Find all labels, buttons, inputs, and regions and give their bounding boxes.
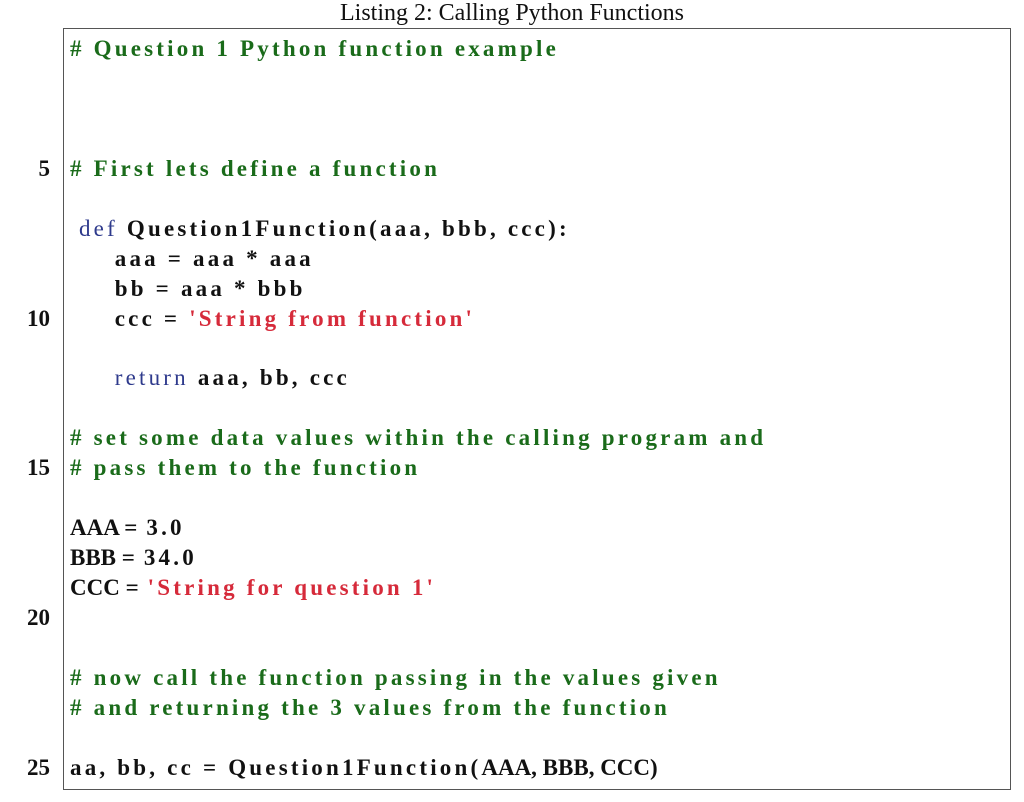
code-token-comment: # and returning the 3 values from the fu… xyxy=(70,694,670,720)
code-line: 5 # First lets define a function xyxy=(0,154,1024,184)
code-token-comment: # now call the function passing in the v… xyxy=(70,664,721,690)
code-line: # set some data values within the callin… xyxy=(0,423,1024,453)
code-text: # Question 1 Python function example xyxy=(70,34,559,64)
code-text: AAA = 3.0 xyxy=(70,513,185,543)
code-token-plain: Question1Function(aaa, bbb, ccc): xyxy=(117,215,570,241)
code-text: # pass them to the function xyxy=(70,453,420,483)
code-token-caps: CCC = xyxy=(70,575,139,601)
code-line: def Question1Function(aaa, bbb, ccc): xyxy=(0,214,1024,244)
code-text: # set some data values within the callin… xyxy=(70,423,766,453)
code-line: return aaa, bb, ccc xyxy=(0,363,1024,393)
line-number: 25 xyxy=(27,754,50,780)
line-number: 15 xyxy=(27,455,50,481)
code-line: aaa = aaa * aaa xyxy=(0,244,1024,274)
code-text: aa, bb, cc = Question1Function(AAA, BBB,… xyxy=(70,753,658,783)
code-text: # First lets define a function xyxy=(70,154,440,184)
listing-caption: Listing 2: Calling Python Functions xyxy=(339,0,685,26)
code-line: CCC = 'String for question 1' xyxy=(0,573,1024,603)
code-line: # now call the function passing in the v… xyxy=(0,663,1024,693)
code-text: ccc = 'String from function' xyxy=(70,304,475,334)
line-number: 5 xyxy=(38,155,51,181)
code-line: BBB = 34.0 xyxy=(0,543,1024,573)
code-token-plain: 34.0 xyxy=(134,545,197,571)
code-token-caps: BBB = xyxy=(70,545,135,571)
code-text: CCC = 'String for question 1' xyxy=(70,573,436,603)
code-token-keyword: return xyxy=(114,365,189,391)
code-line: # and returning the 3 values from the fu… xyxy=(0,693,1024,723)
code-text: return aaa, bb, ccc xyxy=(70,363,350,393)
code-token-plain: ccc = xyxy=(70,305,190,331)
code-token-caps: AAA, BBB, CCC) xyxy=(481,754,658,780)
code-token-string: 'String from function' xyxy=(189,305,476,331)
code-token-string: 'String for question 1' xyxy=(138,575,437,601)
code-line: 25 aa, bb, cc = Question1Function(AAA, BB… xyxy=(0,753,1024,783)
code-line: AAA = 3.0 xyxy=(0,513,1024,543)
line-number: 20 xyxy=(27,605,50,631)
code-text: bb = aaa * bbb xyxy=(70,274,306,304)
code-text: # now call the function passing in the v… xyxy=(70,663,721,693)
code-line: 15 # pass them to the function xyxy=(0,453,1024,483)
code-text: def Question1Function(aaa, bbb, ccc): xyxy=(70,214,570,244)
code-token-keyword: def xyxy=(70,215,118,241)
code-token-plain: aaa, bb, ccc xyxy=(188,365,350,391)
code-line: bb = aaa * bbb xyxy=(0,274,1024,304)
code-token-plain: bb = aaa * bbb xyxy=(70,275,306,301)
code-token-comment: # set some data values within the callin… xyxy=(70,425,767,451)
code-text: aaa = aaa * aaa xyxy=(70,244,314,274)
code-line: 10 ccc = 'String from function' xyxy=(0,304,1024,334)
code-token-comment: # Question 1 Python function example xyxy=(70,36,559,61)
code-token-plain: aa, bb, cc = Question1Function( xyxy=(70,754,482,780)
code-line: # Question 1 Python function example xyxy=(0,34,1024,64)
code-text: BBB = 34.0 xyxy=(70,543,197,573)
code-token-comment: # pass them to the function xyxy=(70,455,421,481)
line-number: 10 xyxy=(27,305,50,331)
code-token-caps: AAA = xyxy=(70,515,138,541)
code-line: 20 xyxy=(0,603,1024,633)
code-token-comment: # First lets define a function xyxy=(70,155,441,181)
code-text: # and returning the 3 values from the fu… xyxy=(70,693,670,723)
code-token-plain: aaa = aaa * aaa xyxy=(70,245,314,271)
code-token-plain: 3.0 xyxy=(137,515,185,541)
